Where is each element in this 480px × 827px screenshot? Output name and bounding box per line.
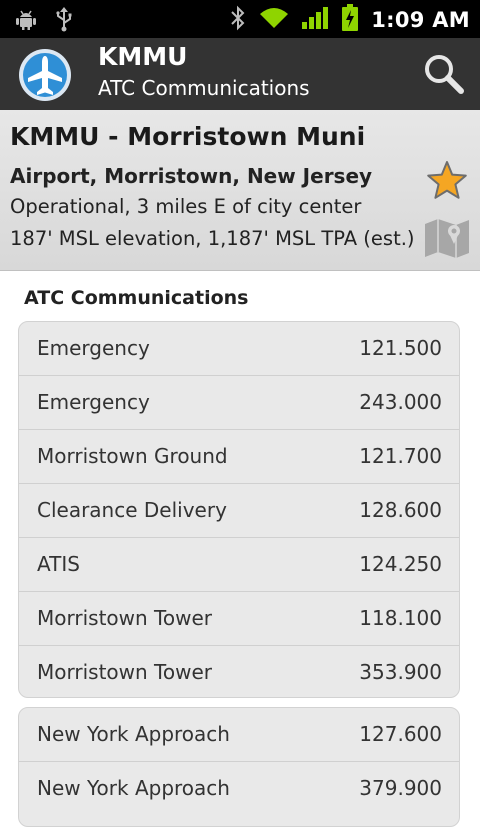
frequency-row[interactable]: Morristown Tower 118.100: [19, 592, 459, 646]
frequency-value: 127.600: [359, 722, 442, 746]
frequency-row[interactable]: Emergency 243.000: [19, 376, 459, 430]
frequency-value: 121.700: [359, 444, 442, 468]
frequency-label: Morristown Tower: [37, 606, 212, 630]
usb-icon: [54, 6, 74, 36]
airport-header: KMMU - Morristown Muni Airport, Morristo…: [0, 110, 480, 271]
frequency-row[interactable]: Morristown Tower 353.900: [19, 646, 459, 697]
airplane-icon[interactable]: [18, 48, 72, 102]
frequency-value: 118.100: [359, 606, 442, 630]
frequency-value: 379.900: [359, 776, 442, 800]
frequency-label: ATIS: [37, 552, 80, 576]
frequency-label: Morristown Tower: [37, 660, 212, 684]
frequency-value: 243.000: [359, 390, 442, 414]
bluetooth-icon: [229, 5, 247, 35]
frequency-row[interactable]: ATIS 124.250: [19, 538, 459, 592]
frequency-card: New York Approach 127.600 New York Appro…: [18, 707, 460, 827]
android-debug-icon: [14, 7, 38, 35]
frequency-label: New York Approach: [37, 722, 230, 746]
action-bar: KMMU ATC Communications: [0, 38, 480, 110]
airport-status: Operational, 3 miles E of city center: [10, 195, 362, 218]
frequency-row[interactable]: Emergency 121.500: [19, 322, 459, 376]
frequency-value: 121.500: [359, 336, 442, 360]
frequency-value: 128.600: [359, 498, 442, 522]
airport-location: Airport, Morristown, New Jersey: [10, 164, 373, 188]
map-icon[interactable]: [424, 216, 470, 264]
clock-time: 1:09 AM: [371, 8, 470, 32]
frequency-value: 124.250: [359, 552, 442, 576]
wifi-icon: [259, 6, 289, 34]
section-title: ATC Communications: [24, 287, 249, 309]
frequency-row[interactable]: New York Approach 379.900: [19, 762, 459, 816]
frequency-label: Emergency: [37, 336, 150, 360]
app-subtitle: ATC Communications: [98, 76, 310, 100]
battery-charging-icon: [341, 4, 359, 36]
status-bar: 1:09 AM: [0, 0, 480, 38]
frequency-label: New York Approach: [37, 776, 230, 800]
frequency-row[interactable]: Clearance Delivery 128.600: [19, 484, 459, 538]
frequency-label: Emergency: [37, 390, 150, 414]
airport-name: KMMU - Morristown Muni: [10, 122, 366, 151]
frequency-row[interactable]: Morristown Ground 121.700: [19, 430, 459, 484]
star-icon[interactable]: [426, 160, 468, 206]
frequency-card: Emergency 121.500 Emergency 243.000 Morr…: [18, 321, 460, 698]
app-title: KMMU: [98, 42, 188, 71]
frequency-value: 353.900: [359, 660, 442, 684]
signal-icon: [301, 6, 329, 34]
frequency-row[interactable]: New York Approach 127.600: [19, 708, 459, 762]
frequency-label: Morristown Ground: [37, 444, 228, 468]
search-icon[interactable]: [422, 52, 466, 96]
airport-elevation: 187' MSL elevation, 1,187' MSL TPA (est.…: [10, 227, 415, 250]
frequency-label: Clearance Delivery: [37, 498, 227, 522]
